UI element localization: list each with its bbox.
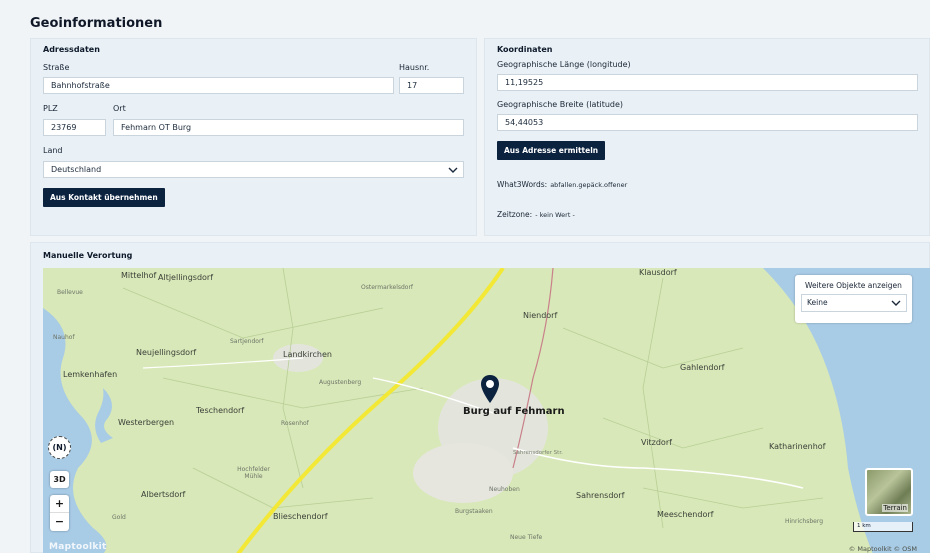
place-label: Rosenhof: [281, 420, 309, 427]
place-label: Neuhoben: [489, 486, 520, 493]
place-label: Hinrichsberg: [785, 518, 824, 525]
more-objects-value: Keine: [807, 298, 828, 307]
page-title: Geoinformationen: [30, 16, 163, 31]
place-label: Hochfelder Mühle: [237, 466, 270, 480]
pin-place-label: Burg auf Fehmarn: [463, 406, 565, 417]
place-label: Meeschendorf: [657, 510, 714, 519]
coordinates-panel: Koordinaten Geographische Länge (longitu…: [484, 38, 930, 236]
place-label: Neue Tiefe: [510, 534, 543, 541]
house-number-input[interactable]: 17: [399, 77, 464, 94]
map-canvas[interactable]: Mittelhof Altjellingsdorf Bellevue Oster…: [43, 268, 930, 553]
more-objects-title: Weitere Objekte anzeigen: [805, 281, 902, 290]
place-label: Katharinenhof: [769, 442, 826, 451]
what3words-value: abfallen.gepäck.offener: [550, 181, 628, 189]
place-label: Ostermarkelsdorf: [361, 284, 414, 291]
address-panel: Adressdaten Straße Bahnhofstraße Hausnr.…: [30, 38, 477, 236]
terrain-label: Terrain: [882, 504, 908, 512]
longitude-input[interactable]: 11,19525: [497, 74, 918, 91]
longitude-label: Geographische Länge (longitude): [497, 60, 631, 69]
map-panel: Manuelle Verortung Mittelhof Altjellings…: [30, 242, 930, 553]
address-section-title: Adressdaten: [43, 45, 100, 54]
place-label: Augustenberg: [319, 379, 362, 386]
street-input[interactable]: Bahnhofstraße: [43, 77, 394, 94]
place-label: Landkirchen: [283, 350, 332, 359]
place-label: Gold: [112, 514, 126, 521]
map-attribution[interactable]: © Maptoolkit © OSM: [849, 545, 917, 553]
timezone-value: - kein Wert -: [535, 211, 575, 219]
map-scale: 1 km: [853, 522, 913, 532]
timezone-row: Zeitzone: - kein Wert -: [497, 210, 575, 219]
from-address-button[interactable]: Aus Adresse ermitteln: [497, 141, 606, 160]
zoom-control: + −: [50, 495, 69, 531]
place-label: Blieschendorf: [273, 512, 328, 521]
map-section-title: Manuelle Verortung: [43, 251, 133, 260]
place-label: Burgstaaken: [455, 508, 493, 515]
zoom-in-button[interactable]: +: [50, 495, 69, 513]
what3words-row: What3Words: abfallen.gepäck.offener: [497, 180, 627, 189]
place-label: Niendorf: [523, 311, 558, 320]
chevron-down-icon: [448, 167, 458, 173]
what3words-label: What3Words:: [497, 180, 548, 189]
place-label: Altjellingsdorf: [158, 273, 214, 282]
zip-input[interactable]: 23769: [43, 119, 106, 136]
place-label: Nauhof: [53, 334, 75, 341]
country-label: Land: [43, 146, 63, 155]
city-input[interactable]: Fehmarn OT Burg: [113, 119, 464, 136]
place-label: Neujellingsdorf: [136, 348, 197, 357]
city-label: Ort: [113, 104, 126, 113]
timezone-label: Zeitzone:: [497, 210, 533, 219]
maptoolkit-logo: Maptoolkit: [49, 542, 107, 552]
chevron-down-icon: [891, 300, 901, 306]
place-label: Gahlendorf: [680, 363, 725, 372]
place-label: Sartjendorf: [230, 338, 264, 345]
compass-icon[interactable]: (N): [48, 436, 71, 459]
place-label: Lemkenhafen: [63, 370, 118, 379]
coordinates-section-title: Koordinaten: [497, 45, 553, 54]
zoom-out-button[interactable]: −: [50, 513, 69, 530]
road-label: Sahrensdorfer Str.: [513, 450, 563, 456]
place-label: Teschendorf: [196, 406, 245, 415]
street-label: Straße: [43, 63, 70, 72]
place-label: Albertsdorf: [141, 490, 186, 499]
place-label: Bellevue: [57, 289, 83, 296]
zip-label: PLZ: [43, 104, 58, 113]
more-objects-select[interactable]: Keine: [801, 294, 907, 312]
house-number-label: Hausnr.: [399, 63, 430, 72]
terrain-toggle[interactable]: Terrain: [865, 468, 913, 516]
place-label: Klausdorf: [639, 268, 677, 277]
more-objects-panel: Weitere Objekte anzeigen Keine: [795, 275, 912, 323]
place-label: Sahrensdorf: [576, 491, 625, 500]
latitude-label: Geographische Breite (latitude): [497, 100, 624, 109]
place-label: Vitzdorf: [641, 438, 672, 447]
from-contact-button[interactable]: Aus Kontakt übernehmen: [43, 188, 165, 207]
country-value: Deutschland: [51, 165, 102, 174]
country-select[interactable]: Deutschland: [43, 161, 464, 178]
latitude-input[interactable]: 54,44053: [497, 114, 918, 131]
map-pin-icon[interactable]: [480, 374, 500, 404]
place-label: Mittelhof: [121, 271, 157, 280]
map-3d-button[interactable]: 3D: [50, 471, 69, 488]
place-label: Westerbergen: [118, 418, 175, 427]
